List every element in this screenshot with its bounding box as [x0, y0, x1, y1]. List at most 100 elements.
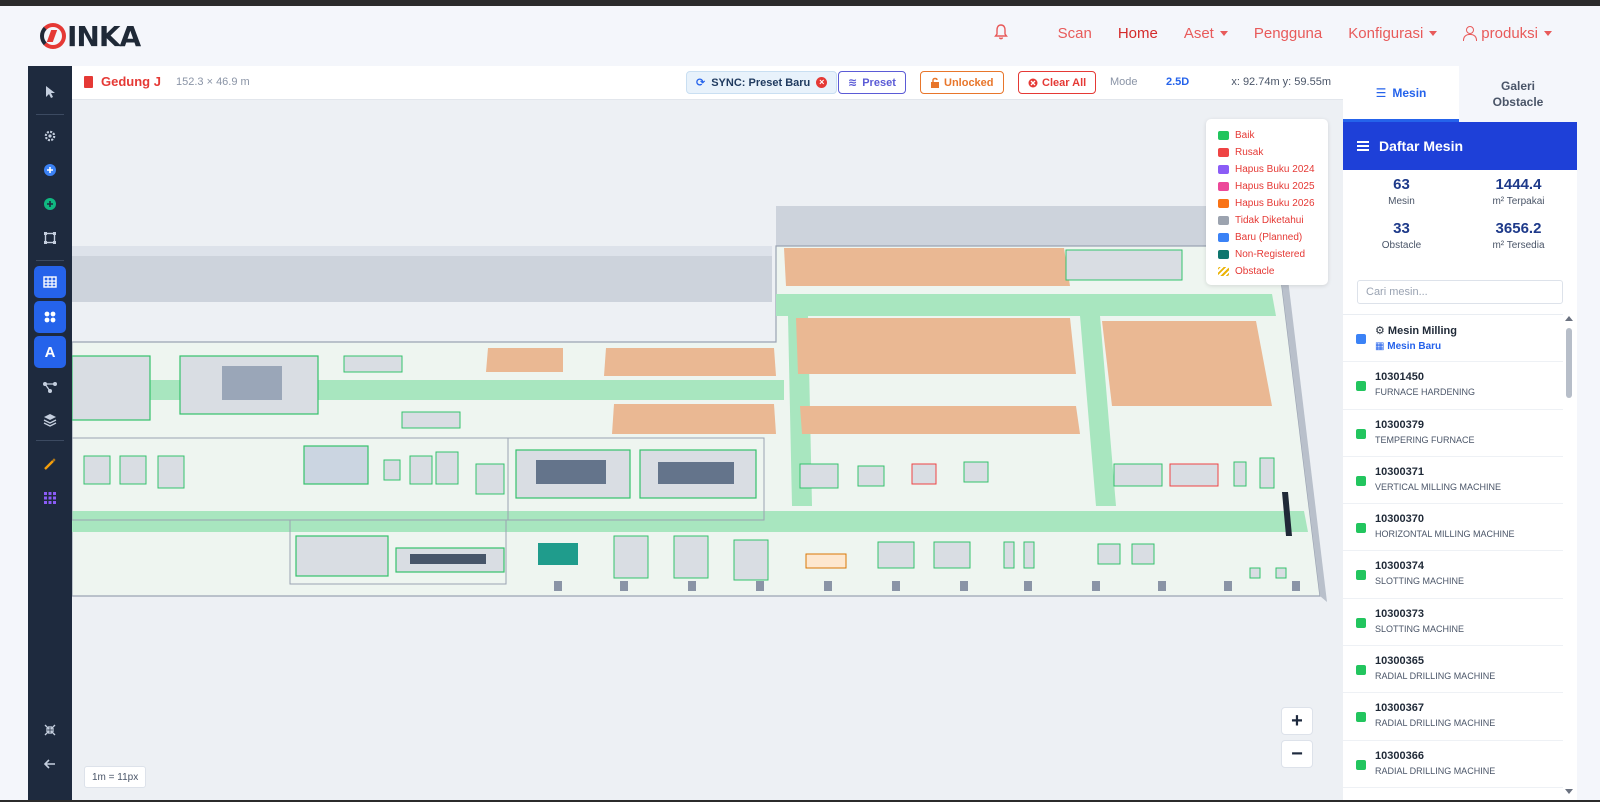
machine-small[interactable] [1003, 541, 1015, 569]
list-item[interactable]: 10300373 SLOTTING MACHINE [1343, 599, 1563, 647]
machine-small[interactable] [1097, 543, 1121, 565]
nav-user-menu[interactable]: produksi [1463, 25, 1552, 42]
scroll-down-icon[interactable] [1565, 789, 1573, 794]
floor-map[interactable]: Gedung J 152.3 × 46.9 m ⟳ SYNC: Preset B… [72, 66, 1343, 800]
machine-name: HORIZONTAL MILLING MACHINE [1375, 529, 1515, 540]
nav-aset[interactable]: Aset [1184, 25, 1228, 42]
machine-damaged[interactable] [1169, 463, 1219, 487]
machine-small[interactable] [1259, 457, 1275, 489]
machine-small[interactable] [673, 535, 709, 579]
machine-small[interactable] [963, 461, 989, 483]
machine-small[interactable] [119, 455, 147, 485]
building-title: Gedung J [84, 74, 161, 89]
planned-area [784, 248, 1070, 286]
machine-small[interactable] [1275, 567, 1287, 579]
machine-block[interactable] [343, 355, 403, 373]
floor-plan-canvas[interactable] [72, 66, 1343, 800]
list-item[interactable]: ⚙ Mesin Milling ▦ Mesin Baru [1343, 315, 1563, 363]
machine-damaged[interactable] [911, 463, 937, 485]
machine-small[interactable] [435, 451, 459, 485]
machine-small[interactable] [383, 459, 401, 481]
machine-block[interactable] [303, 445, 369, 485]
nav-pengguna-label: Pengguna [1253, 24, 1323, 42]
machine-small[interactable] [475, 463, 505, 495]
bell-icon[interactable] [993, 24, 1010, 42]
machine-block[interactable] [401, 411, 461, 429]
stat-value: 1444.4 [1495, 176, 1542, 193]
list-item[interactable]: 10301450 FURNACE HARDENING [1343, 362, 1563, 410]
nav-konfigurasi[interactable]: Konfigurasi [1348, 24, 1438, 42]
machine-small[interactable] [857, 465, 885, 487]
clear-all-button[interactable]: Clear All [1018, 71, 1097, 94]
add-green-icon[interactable] [34, 188, 66, 220]
right-gutter [1577, 66, 1600, 800]
magic-wand-icon[interactable] [34, 448, 66, 480]
machine-small[interactable] [1249, 567, 1261, 579]
list-item[interactable]: 10300371 VERTICAL MILLING MACHINE [1343, 457, 1563, 505]
sync-preset-badge[interactable]: ⟳ SYNC: Preset Baru × [686, 71, 838, 94]
list-item[interactable]: 10300374 SLOTTING MACHINE [1343, 551, 1563, 599]
collapse-icon[interactable] [34, 714, 66, 746]
list-item[interactable]: 10300365 RADIAL DRILLING MACHINE [1343, 646, 1563, 694]
machine-name: SLOTTING MACHINE [1375, 576, 1465, 587]
grid-icon[interactable] [34, 266, 66, 298]
machine-small[interactable] [409, 455, 433, 485]
legend-swatch [1218, 182, 1229, 191]
list-scrollbar[interactable] [1565, 316, 1573, 794]
machine-small[interactable] [157, 455, 185, 489]
zoom-out-button[interactable]: − [1281, 740, 1313, 768]
zoom-in-button[interactable]: + [1281, 707, 1313, 735]
back-arrow-icon[interactable] [34, 748, 66, 780]
nav-pengguna[interactable]: Pengguna [1254, 25, 1322, 42]
scrollbar-thumb[interactable] [1566, 328, 1572, 398]
path-icon[interactable] [34, 371, 66, 403]
search-input[interactable]: Cari mesin... [1357, 280, 1563, 304]
machine-small[interactable] [1023, 541, 1035, 569]
list-item[interactable]: 10300370 HORIZONTAL MILLING MACHINE [1343, 504, 1563, 552]
list-item[interactable]: 10300379 TEMPERING FURNACE [1343, 410, 1563, 457]
machine-block[interactable] [72, 355, 151, 421]
gear-icon[interactable] [34, 120, 66, 152]
nav-aset-label: Aset [1183, 24, 1214, 42]
pointer-icon[interactable] [34, 76, 66, 108]
nav-konfigurasi-label: Konfigurasi [1348, 24, 1424, 42]
machine-small[interactable] [733, 539, 769, 581]
non-registered-machine[interactable] [538, 543, 578, 565]
machine-small[interactable] [1131, 543, 1155, 565]
machine-small[interactable] [613, 535, 649, 579]
snap-icon[interactable] [34, 301, 66, 333]
apps-grid-icon[interactable] [34, 482, 66, 514]
inka-logo[interactable]: INKA [40, 20, 141, 53]
machine-list-title: Daftar Mesin [1379, 138, 1464, 154]
preset-button[interactable]: ≋ Preset [838, 71, 906, 94]
machine-planned[interactable] [805, 553, 847, 569]
machine-small[interactable] [877, 541, 915, 569]
tab-mesin[interactable]: ☰ Mesin [1343, 66, 1459, 122]
close-icon[interactable]: × [816, 77, 828, 88]
mode-label: Mode [1110, 76, 1138, 88]
mode-value[interactable]: 2.5D [1166, 76, 1189, 88]
machine-small[interactable] [799, 463, 839, 489]
machine-small[interactable] [933, 541, 971, 569]
legend-swatch [1218, 250, 1229, 259]
layers-icon[interactable] [34, 404, 66, 436]
machine-block[interactable] [1065, 249, 1183, 281]
unlocked-button[interactable]: Unlocked [920, 71, 1004, 94]
tab-galeri-obstacle[interactable]: Galeri Obstacle [1459, 66, 1577, 122]
scroll-up-icon[interactable] [1565, 316, 1573, 321]
list-item[interactable]: 10300367 RADIAL DRILLING MACHINE [1343, 693, 1563, 741]
status-dot [1356, 759, 1366, 770]
label-toggle-icon[interactable]: A [34, 336, 66, 368]
draw-area-icon[interactable] [34, 222, 66, 254]
machine-detail [536, 460, 606, 484]
nav-scan[interactable]: Scan [1058, 25, 1092, 42]
add-blue-icon[interactable] [34, 154, 66, 186]
machine-small[interactable] [1113, 463, 1163, 487]
stat-value: 63 [1393, 176, 1410, 193]
machine-small[interactable] [83, 455, 111, 485]
machine-small[interactable] [1233, 461, 1247, 487]
nav-home[interactable]: Home [1118, 25, 1158, 42]
machine-block[interactable] [295, 535, 389, 577]
list-item[interactable]: 10300366 RADIAL DRILLING MACHINE [1343, 741, 1563, 788]
aisle [72, 511, 1308, 532]
